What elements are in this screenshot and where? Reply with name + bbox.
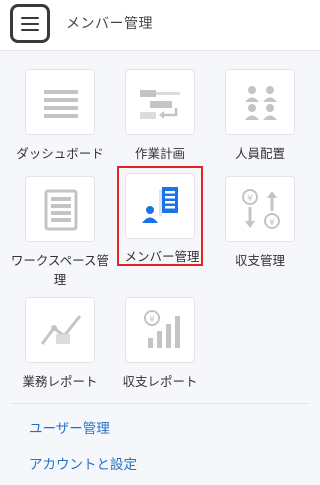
tile-label: 業務レポート [22,374,98,389]
member-management-icon [125,173,195,239]
menu-divider [12,403,308,404]
tile-label: 人員配置 [234,146,285,161]
svg-text:¥: ¥ [269,218,275,228]
tile-income-report[interactable]: ¥ 収支レポート [112,287,208,402]
tile-staff-allocation[interactable]: 人員配置 [212,59,308,174]
work-plan-icon [125,69,195,135]
tile-label: ワークスペース管理 [10,253,110,287]
page-title: メンバー管理 [66,16,153,32]
tile-label: 作業計画 [134,146,185,161]
income-report-icon: ¥ [125,297,195,363]
navigation-menu: ダッシュボード 作業計画 人員配置 ワークスペース管理 メンバー管理 ¥ ¥ 収… [0,51,320,485]
svg-text:¥: ¥ [247,194,253,204]
tile-label: 収支レポート [122,374,198,389]
tile-work-plan[interactable]: 作業計画 [112,59,208,174]
business-report-icon [25,297,95,363]
tile-member-management[interactable]: メンバー管理 [117,166,203,266]
tile-business-report[interactable]: 業務レポート [12,287,108,402]
tile-income-expense[interactable]: ¥ ¥ 収支管理 [212,166,308,281]
workspace-icon [25,176,95,242]
tile-label: メンバー管理 [124,249,200,264]
link-account-settings[interactable]: アカウントと設定 [29,453,137,473]
dashboard-icon [25,69,95,135]
tile-dashboard[interactable]: ダッシュボード [12,59,108,174]
hamburger-menu-icon[interactable] [10,4,50,43]
income-expense-icon: ¥ ¥ [225,176,295,242]
link-user-management[interactable]: ユーザー管理 [29,417,110,437]
tile-label: 収支管理 [234,253,285,268]
svg-text:¥: ¥ [149,315,155,325]
tile-label: ダッシュボード [16,146,104,161]
tile-workspace[interactable]: ワークスペース管理 [11,166,109,287]
staff-allocation-icon [225,69,295,135]
app-header: メンバー管理 [0,0,320,51]
